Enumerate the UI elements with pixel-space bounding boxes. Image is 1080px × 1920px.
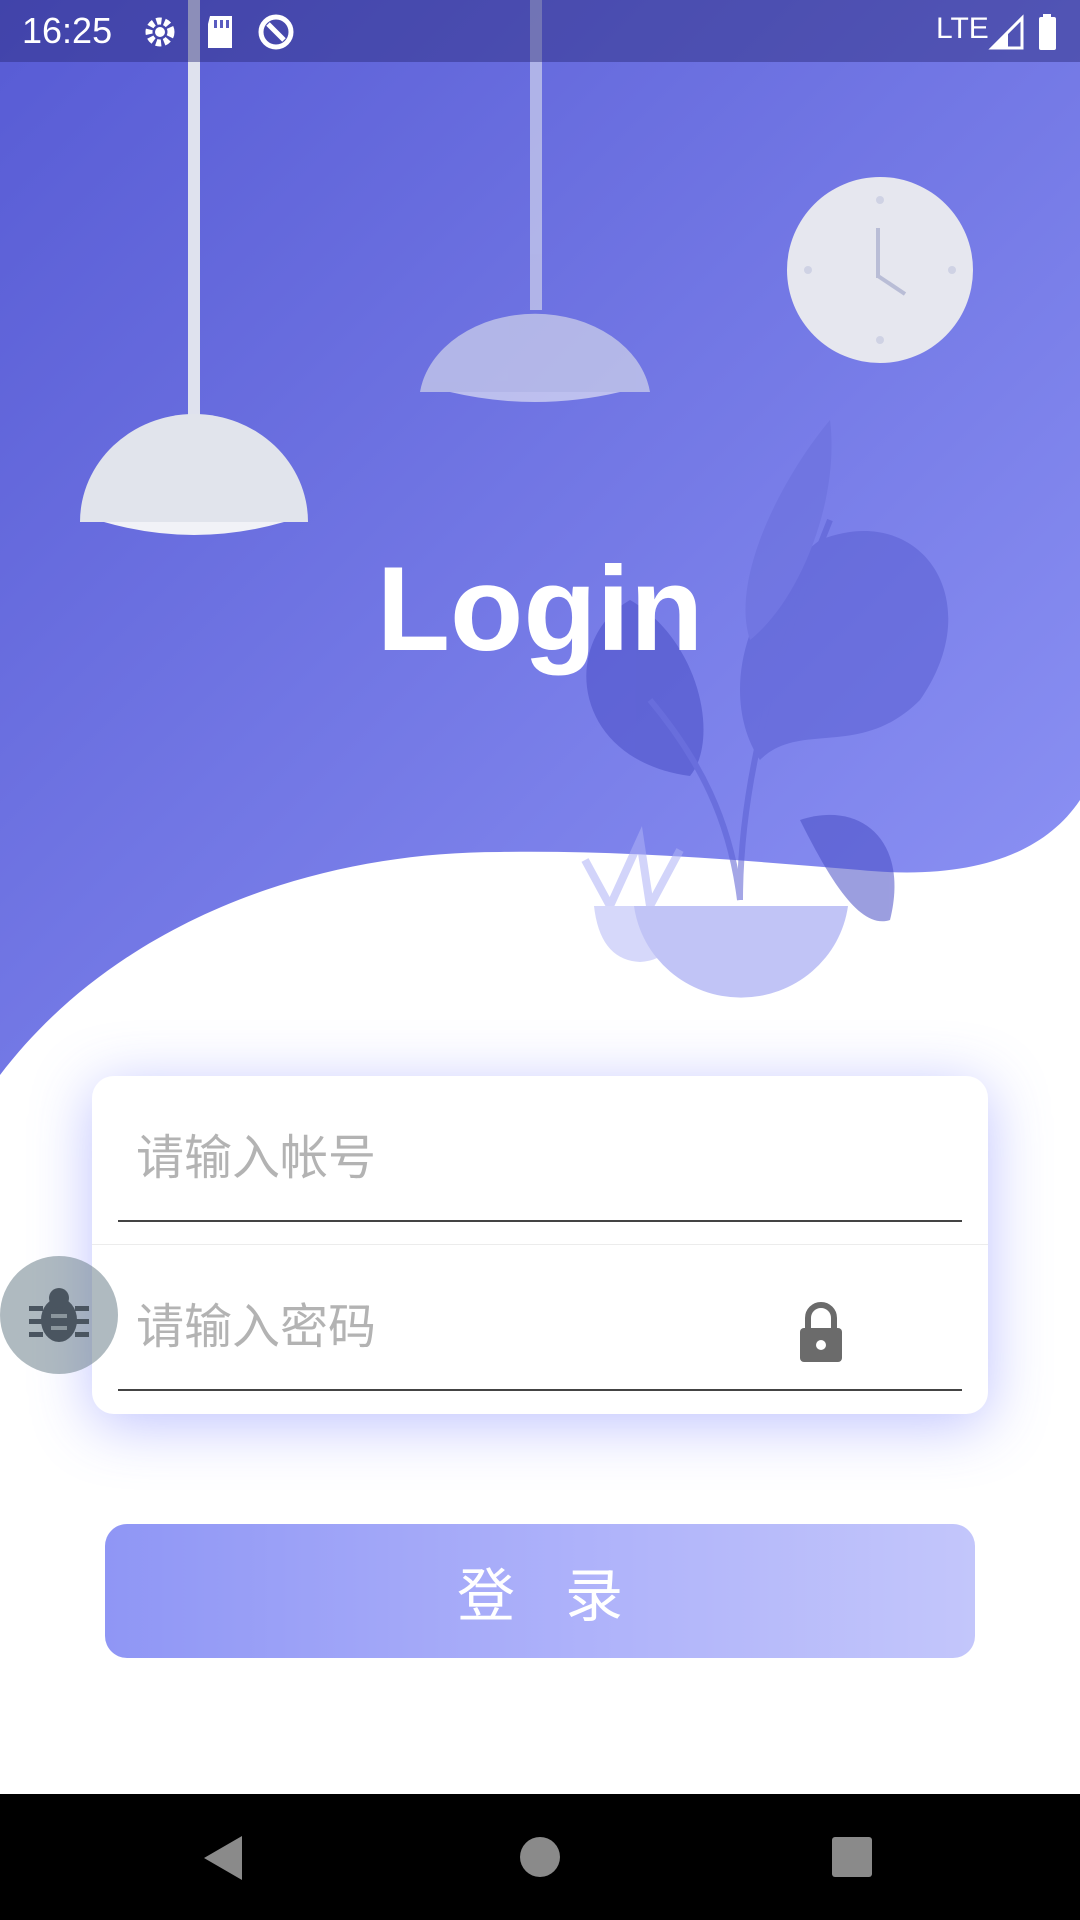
password-input[interactable] — [134, 1281, 858, 1373]
wall-clock — [787, 177, 973, 363]
lock-icon — [800, 1302, 842, 1362]
signal-icon — [988, 14, 1024, 50]
bug-icon — [29, 1288, 89, 1342]
recents-square-icon[interactable] — [832, 1837, 872, 1877]
home-circle-icon[interactable] — [520, 1837, 560, 1877]
username-field — [92, 1076, 988, 1245]
page-title: Login — [376, 542, 704, 676]
back-triangle-icon[interactable] — [204, 1836, 242, 1880]
password-underline — [118, 1389, 962, 1391]
sd-card-icon — [208, 16, 232, 48]
status-bar: 16:25 LTE — [0, 0, 1080, 62]
data-saver-icon — [258, 14, 294, 50]
network-type-label: LTE — [936, 12, 989, 45]
navigation-bar — [0, 1794, 1080, 1920]
debug-floating-button[interactable] — [0, 1256, 118, 1374]
status-time: 16:25 — [22, 10, 113, 51]
username-input[interactable] — [134, 1112, 858, 1204]
login-button-label: 登录 — [456, 1562, 673, 1630]
login-form-card — [92, 1076, 988, 1414]
password-field — [92, 1245, 988, 1414]
login-button[interactable]: 登录 — [105, 1524, 975, 1658]
battery-icon — [1039, 14, 1056, 50]
settings-gear-icon — [145, 17, 175, 47]
username-underline — [118, 1220, 962, 1222]
